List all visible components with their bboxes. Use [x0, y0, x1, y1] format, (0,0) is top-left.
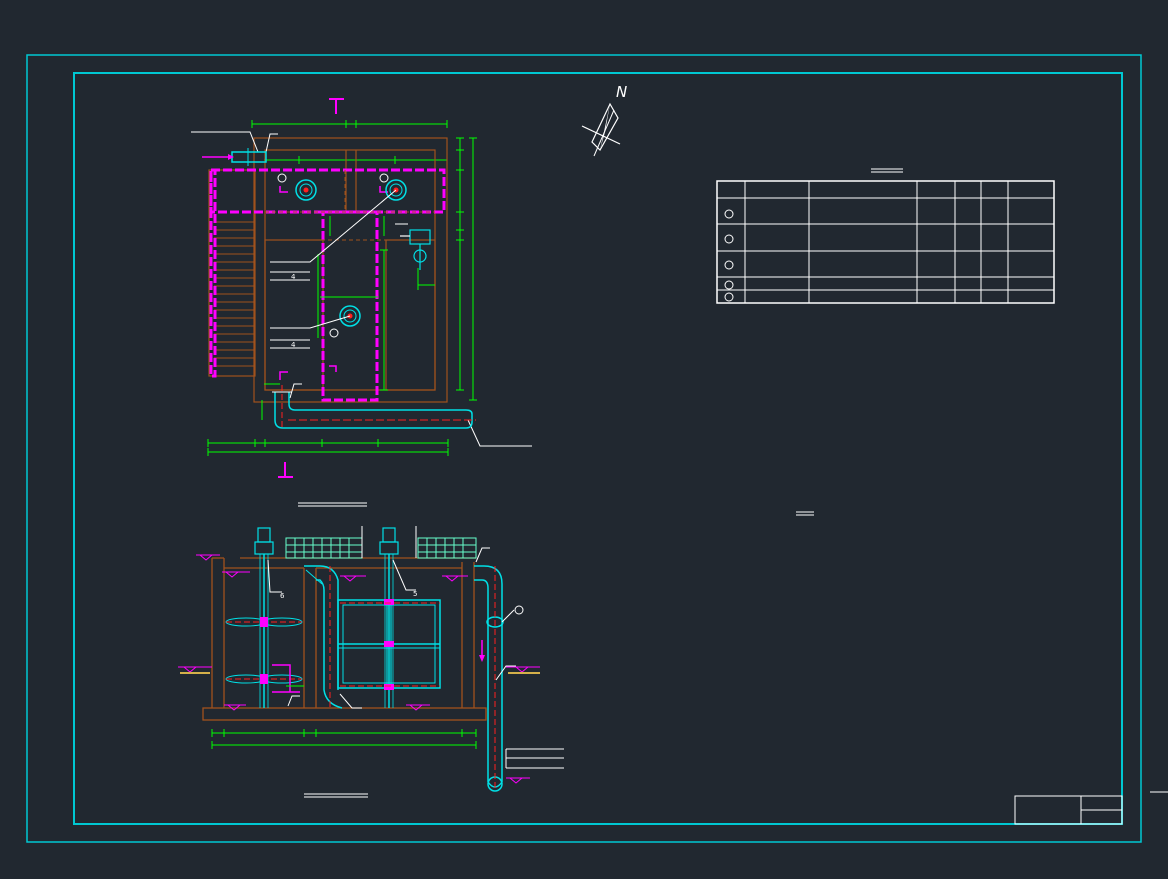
- mixer-section-2: [379, 527, 399, 708]
- plan-small-labels: 4 4: [291, 273, 296, 349]
- plan-view-title: [298, 502, 367, 507]
- plan-view: 4 4: [191, 98, 532, 507]
- dimension-lines-right: [456, 137, 477, 401]
- outlet-pipe-plan: [261, 383, 476, 430]
- notes-title: [796, 511, 814, 516]
- section-marker-top: [329, 98, 344, 114]
- grating-left: [285, 537, 363, 559]
- section-small-labels: 6 5: [280, 590, 417, 600]
- section-dimensions: [211, 685, 477, 749]
- inner-border: [73, 72, 1123, 825]
- cad-drawing-canvas: 4 4 N 6 5: [26, 54, 1168, 843]
- channel-markers: [279, 186, 388, 380]
- dimension-lines-bottom: [207, 439, 449, 456]
- svg-text:5: 5: [413, 590, 417, 598]
- grating-right: [417, 537, 477, 559]
- drawing-frame: [26, 54, 1168, 843]
- inlet-pipe-plan: [202, 148, 267, 166]
- svg-text:4: 4: [291, 273, 296, 281]
- north-arrow: N: [581, 83, 627, 157]
- mixer-plan-3: [329, 305, 361, 338]
- table-row-marker-4: [724, 280, 734, 290]
- outlet-pipe-section: [474, 565, 504, 792]
- mixer-plan-2: [379, 173, 407, 201]
- valve-plan: [400, 229, 431, 270]
- inlet-pipe-section: [304, 565, 343, 709]
- table-title: [871, 168, 903, 173]
- title-block: [1014, 795, 1123, 825]
- table-row-marker-2: [724, 234, 734, 244]
- dimension-lines-top: [251, 120, 448, 164]
- table-border: [716, 180, 1055, 304]
- table-row-marker-1: [724, 209, 734, 219]
- section-view-title: [304, 793, 368, 798]
- outer-border: [26, 54, 1142, 843]
- section-view: 6 5: [178, 526, 564, 798]
- table-row-marker-5: [724, 292, 734, 302]
- section-leader-lines: [267, 526, 564, 769]
- svg-text:6: 6: [280, 592, 285, 600]
- equipment-table: [716, 168, 1055, 304]
- svg-text:4: 4: [291, 341, 296, 349]
- table-row-marker-3: [724, 260, 734, 270]
- north-label: N: [616, 83, 627, 101]
- access-stairs: [214, 221, 254, 367]
- table-grid: [717, 181, 1054, 303]
- section-marker-bottom: [278, 462, 293, 478]
- mixer-plan-1: [277, 173, 317, 201]
- section-structure: [202, 557, 487, 721]
- water-level-markers: [178, 554, 540, 784]
